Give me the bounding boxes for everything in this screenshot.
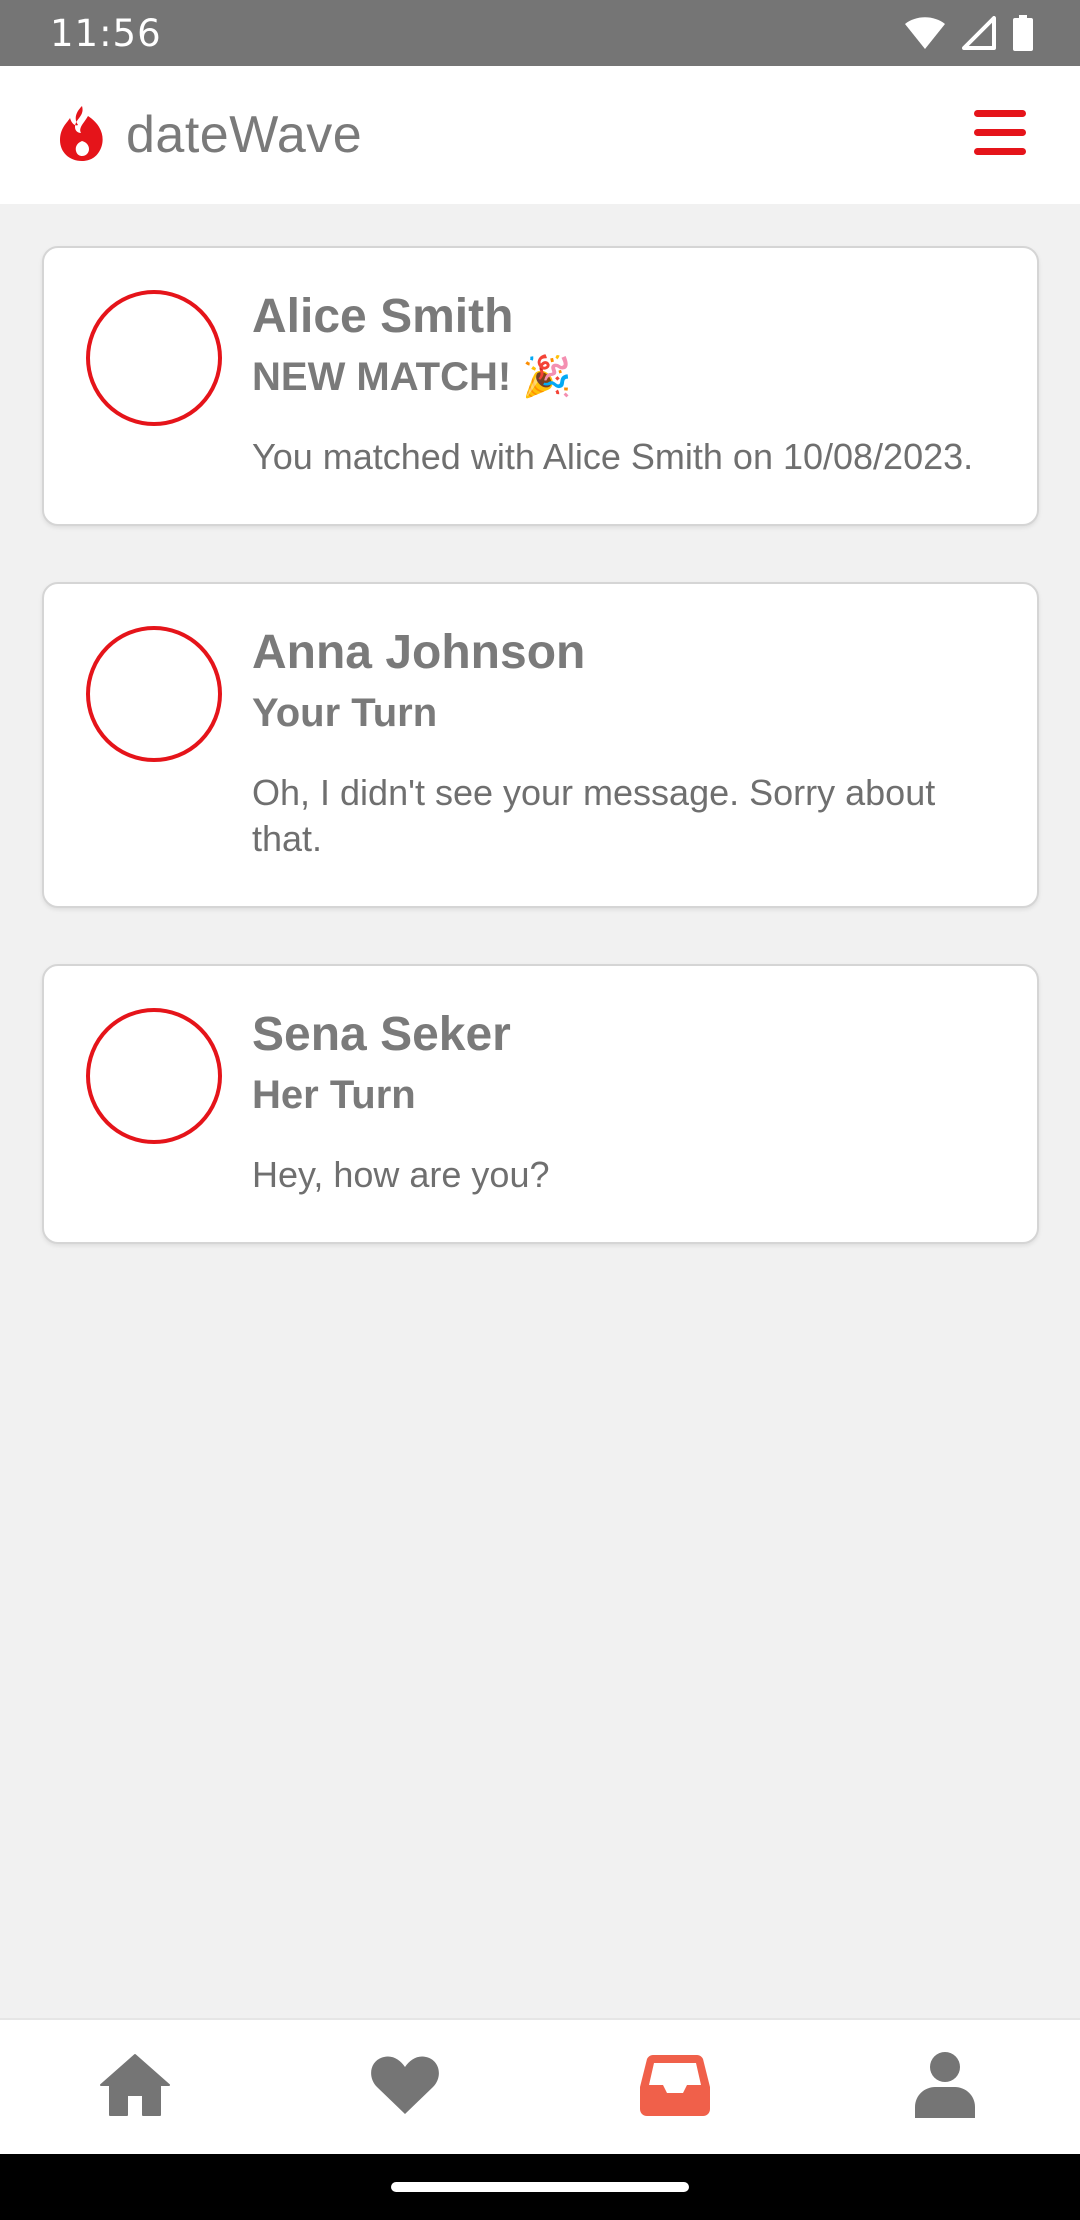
flame-logo-icon bbox=[56, 103, 108, 168]
nav-home[interactable] bbox=[65, 2037, 205, 2137]
menu-button[interactable] bbox=[970, 105, 1030, 165]
profile-icon bbox=[913, 2051, 977, 2124]
app-header: dateWave bbox=[0, 66, 1080, 204]
avatar bbox=[86, 626, 222, 762]
match-message: Oh, I didn't see your message. Sorry abo… bbox=[252, 772, 936, 859]
match-status: NEW MATCH! 🎉 bbox=[252, 355, 573, 399]
nav-profile[interactable] bbox=[875, 2037, 1015, 2137]
screen: 11:56 dateWave Alice Smith NEW MATCH! 🎉 … bbox=[0, 0, 1080, 2220]
nav-inbox[interactable] bbox=[605, 2037, 745, 2137]
cellular-signal-icon bbox=[962, 16, 996, 50]
inbox-icon bbox=[639, 2053, 711, 2122]
status-icons bbox=[904, 15, 1034, 51]
brand[interactable]: dateWave bbox=[56, 103, 362, 168]
bottom-nav bbox=[0, 2018, 1080, 2154]
match-status: Your Turn bbox=[252, 691, 438, 735]
status-time: 11:56 bbox=[50, 11, 162, 55]
match-message: Hey, how are you? bbox=[252, 1154, 550, 1195]
match-name: Sena Seker bbox=[252, 1008, 511, 1061]
avatar bbox=[86, 1008, 222, 1144]
match-card-anna-johnson[interactable]: Anna Johnson Your Turn Oh, I didn't see … bbox=[42, 582, 1039, 908]
status-bar: 11:56 bbox=[0, 0, 1080, 66]
match-list: Alice Smith NEW MATCH! 🎉 You matched wit… bbox=[42, 246, 1039, 1300]
match-card-alice-smith[interactable]: Alice Smith NEW MATCH! 🎉 You matched wit… bbox=[42, 246, 1039, 526]
battery-icon bbox=[1012, 15, 1034, 51]
match-message: You matched with Alice Smith on 10/08/20… bbox=[252, 436, 974, 477]
system-navigation-bar bbox=[0, 2154, 1080, 2220]
heart-icon bbox=[369, 2054, 441, 2121]
match-status: Her Turn bbox=[252, 1073, 416, 1117]
home-gesture-handle[interactable] bbox=[391, 2182, 689, 2192]
match-name: Anna Johnson bbox=[252, 626, 586, 679]
hamburger-menu-icon bbox=[974, 109, 1026, 161]
match-name: Alice Smith bbox=[252, 290, 514, 343]
match-card-sena-seker[interactable]: Sena Seker Her Turn Hey, how are you? bbox=[42, 964, 1039, 1244]
app-name: dateWave bbox=[126, 106, 363, 164]
wifi-icon bbox=[904, 16, 946, 50]
nav-likes[interactable] bbox=[335, 2037, 475, 2137]
home-icon bbox=[99, 2053, 171, 2122]
avatar bbox=[86, 290, 222, 426]
